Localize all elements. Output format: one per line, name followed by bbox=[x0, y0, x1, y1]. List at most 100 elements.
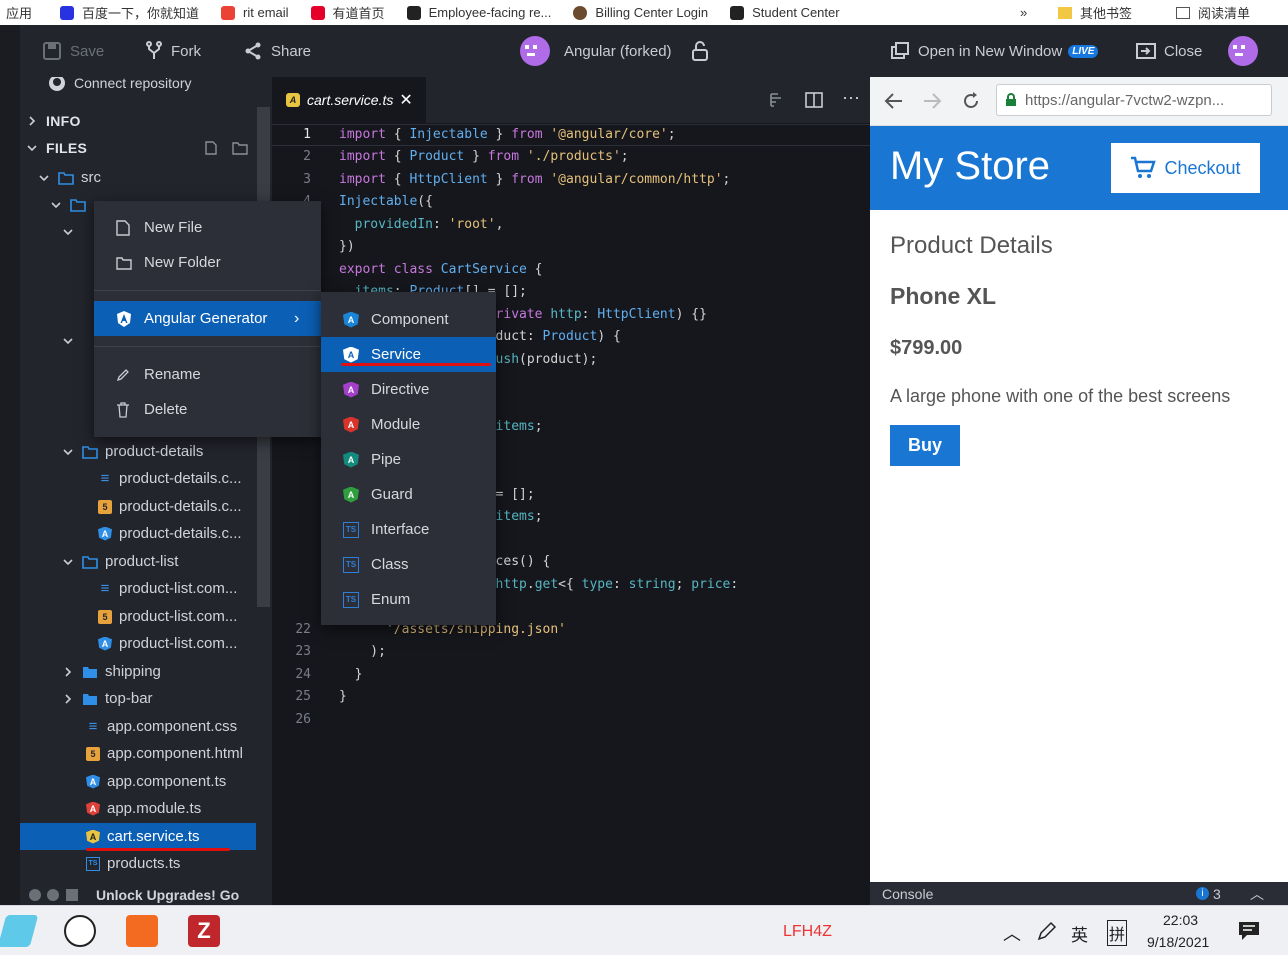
file-item[interactable]: ≡ app.component.css bbox=[86, 713, 237, 740]
ime-mode[interactable]: 拼 bbox=[1107, 920, 1128, 946]
reload-icon[interactable] bbox=[961, 91, 981, 111]
file-item[interactable]: TS products.ts bbox=[86, 850, 180, 877]
menu-new-file[interactable]: New File bbox=[94, 210, 321, 245]
file-item[interactable]: Aproduct-list.com... bbox=[98, 630, 237, 657]
close-tab-icon[interactable]: ✕ bbox=[399, 90, 412, 110]
file-item[interactable]: 5 product-details.c... bbox=[98, 493, 242, 520]
folder-partial[interactable] bbox=[62, 218, 82, 245]
bookmark-employee[interactable]: Employee-facing re... bbox=[406, 5, 551, 20]
open-new-window-button[interactable]: Open in New Window LIVE bbox=[890, 25, 1099, 77]
chevron-up-icon[interactable]: ︿ bbox=[1250, 884, 1264, 904]
folder-partial[interactable] bbox=[62, 327, 82, 354]
info-section[interactable]: INFO bbox=[26, 107, 81, 134]
connect-repository[interactable]: Connect repository bbox=[48, 77, 192, 96]
generator-guard[interactable]: A Guard bbox=[321, 477, 496, 512]
bookmark-youdao[interactable]: 有道首页 bbox=[310, 3, 385, 22]
menu-new-folder[interactable]: New Folder bbox=[94, 245, 321, 280]
generator-pipe[interactable]: A Pipe bbox=[321, 442, 496, 477]
project-title[interactable]: Angular (forked) bbox=[520, 25, 718, 77]
generator-enum[interactable]: TS Enum bbox=[321, 582, 496, 617]
file-item[interactable]: 5 product-list.com... bbox=[98, 603, 237, 630]
clock-time[interactable]: 22:03 bbox=[1163, 912, 1198, 928]
files-section[interactable]: FILES bbox=[26, 134, 256, 161]
code-line: 26 bbox=[272, 708, 339, 730]
folder-item[interactable]: shipping bbox=[62, 658, 161, 685]
line-number: 25 bbox=[295, 689, 311, 704]
store-title[interactable]: My Store bbox=[890, 144, 1050, 189]
prettier-icon[interactable] bbox=[768, 92, 784, 108]
taskbar-center-text: LFH4Z bbox=[783, 923, 832, 940]
buy-button[interactable]: Buy bbox=[890, 425, 960, 466]
pen-icon[interactable] bbox=[1036, 920, 1058, 942]
folder-src[interactable]: src bbox=[38, 164, 101, 191]
other-bookmarks[interactable]: 其他书签 bbox=[1058, 0, 1132, 25]
tab-cart-service[interactable]: A cart.service.ts ✕ bbox=[272, 77, 426, 123]
typescript-icon: TS bbox=[343, 556, 359, 573]
bookmark-billing[interactable]: Billing Center Login bbox=[573, 5, 708, 20]
context-menu: New File New Folder Angular Generator › … bbox=[94, 201, 321, 437]
file-item[interactable]: ≡ product-list.com... bbox=[98, 575, 238, 602]
save-button[interactable]: Save bbox=[42, 25, 104, 77]
menu-rename[interactable]: Rename bbox=[94, 357, 321, 392]
file-item[interactable]: 5 app.component.html bbox=[86, 740, 243, 767]
new-folder-icon[interactable] bbox=[232, 141, 248, 155]
fork-button[interactable]: Fork bbox=[145, 25, 201, 77]
bookmark-baidu[interactable]: 百度一下，你就知道 bbox=[60, 3, 199, 22]
menu-delete[interactable]: Delete bbox=[94, 392, 321, 427]
annotation-underline bbox=[86, 848, 230, 851]
notification-icon[interactable] bbox=[1238, 921, 1260, 941]
activity-strip bbox=[0, 25, 20, 905]
angular-icon bbox=[117, 310, 131, 327]
bookmark-rit-email[interactable]: rit email bbox=[221, 5, 289, 20]
upgrade-footer[interactable]: Unlock Upgrades! Go bbox=[20, 885, 272, 905]
file-item[interactable]: Aapp.component.ts bbox=[86, 768, 226, 795]
share-button[interactable]: Share bbox=[243, 25, 311, 77]
ime-language[interactable]: 英 bbox=[1071, 921, 1088, 946]
html-file-icon: 5 bbox=[86, 746, 100, 761]
generator-module[interactable]: A Module bbox=[321, 407, 496, 442]
file-item[interactable]: Aapp.module.ts bbox=[86, 795, 201, 822]
file-item[interactable]: Aproduct-details.c... bbox=[98, 520, 242, 547]
preview-url-bar[interactable]: https://angular-7vctw2-wzpn... bbox=[996, 84, 1272, 116]
console-bar[interactable]: Console i 3 ︿ bbox=[870, 882, 1288, 905]
generator-service[interactable]: A Service bbox=[321, 337, 496, 372]
generator-directive[interactable]: A Directive bbox=[321, 372, 496, 407]
back-arrow-icon[interactable] bbox=[884, 92, 904, 110]
filezilla-icon[interactable]: Z bbox=[188, 915, 220, 947]
split-editor-icon[interactable] bbox=[805, 92, 823, 108]
menu-angular-generator[interactable]: Angular Generator › bbox=[94, 301, 321, 336]
generator-class[interactable]: TS Class bbox=[321, 547, 496, 582]
bookmark-student-center[interactable]: Student Center bbox=[730, 5, 840, 20]
more-options-icon[interactable]: ⋯ bbox=[842, 88, 860, 109]
bookmarks-more[interactable]: » bbox=[1020, 0, 1027, 25]
reading-list[interactable]: 阅读清单 bbox=[1176, 0, 1250, 25]
tiger-icon bbox=[730, 5, 745, 20]
forward-arrow-icon[interactable] bbox=[922, 92, 942, 110]
notebook-app-icon[interactable] bbox=[0, 915, 39, 947]
file-item[interactable]: ≡ product-details.c... bbox=[98, 465, 242, 492]
new-file-icon[interactable] bbox=[204, 140, 218, 155]
folder-item[interactable]: top-bar bbox=[62, 685, 153, 712]
pdf-app-icon[interactable] bbox=[126, 915, 158, 947]
chevron-up-icon[interactable]: ︿ bbox=[1003, 920, 1021, 946]
folder-open-icon bbox=[70, 198, 86, 212]
billing-icon bbox=[573, 5, 588, 20]
folder-app[interactable] bbox=[50, 191, 86, 218]
generator-component[interactable]: A Component bbox=[321, 302, 496, 337]
css-file-icon: ≡ bbox=[88, 718, 98, 735]
generator-interface[interactable]: TS Interface bbox=[321, 512, 496, 547]
product-price: $799.00 bbox=[890, 337, 963, 359]
baidu-icon bbox=[60, 5, 75, 20]
bookmark-apps[interactable]: 应用 bbox=[6, 3, 32, 22]
file-item[interactable]: Acart.service.ts bbox=[20, 823, 256, 850]
panda-app-icon[interactable] bbox=[64, 915, 96, 947]
html-file-icon: 5 bbox=[98, 609, 112, 624]
folder-item[interactable]: product-details bbox=[62, 438, 203, 465]
clock-date[interactable]: 9/18/2021 bbox=[1147, 934, 1209, 950]
folder-item[interactable]: product-list bbox=[62, 548, 178, 575]
checkout-button[interactable]: Checkout bbox=[1111, 143, 1260, 193]
close-preview-button[interactable]: Close bbox=[1136, 25, 1202, 77]
menu-separator bbox=[94, 290, 321, 291]
lock-icon bbox=[1006, 93, 1016, 106]
user-avatar[interactable] bbox=[1228, 25, 1258, 77]
